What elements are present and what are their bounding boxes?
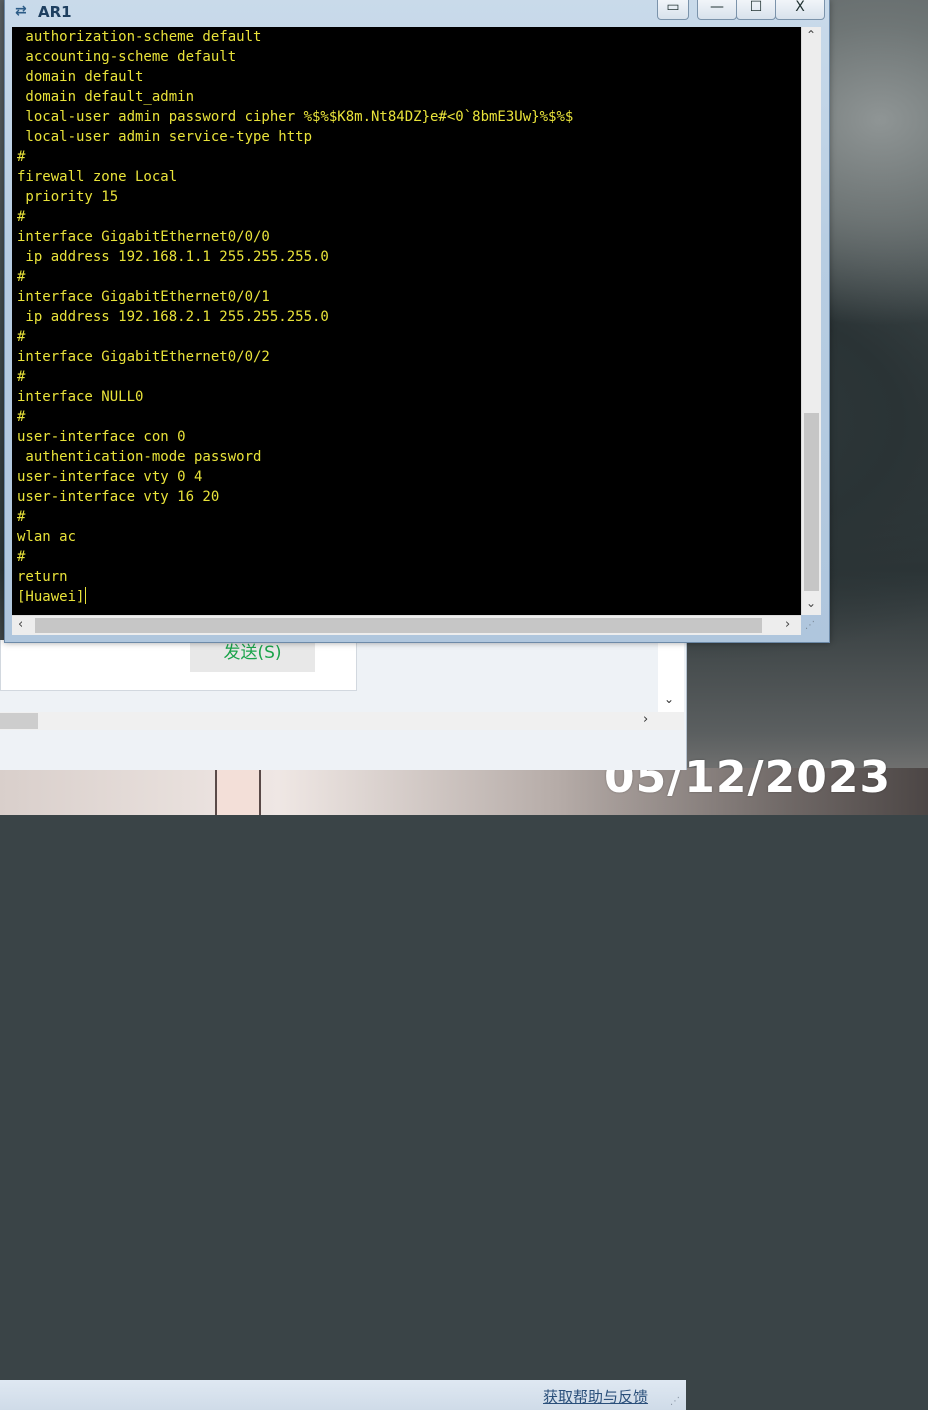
console-line: interface GigabitEthernet0/0/0 xyxy=(17,229,270,245)
console-line: local-user admin service-type http xyxy=(17,129,313,145)
scroll-up-arrow-icon[interactable]: ⌃ xyxy=(806,28,816,42)
scrollbar-thumb[interactable] xyxy=(0,713,38,729)
minimize-button[interactable]: — xyxy=(697,0,737,20)
console-line: # xyxy=(17,329,26,345)
console-text: authorization-scheme default accounting-… xyxy=(17,27,573,607)
console-line: local-user admin password cipher %$%$K8m… xyxy=(17,109,574,125)
console-line: # xyxy=(17,409,26,425)
console-line: user-interface vty 16 20 xyxy=(17,489,220,505)
console-line: # xyxy=(17,149,26,165)
network-device-icon: ⇄ xyxy=(15,3,27,19)
scrollbar-thumb[interactable] xyxy=(35,618,762,633)
send-button[interactable]: 发送(S) xyxy=(190,640,315,672)
scroll-down-arrow-icon[interactable]: ⌄ xyxy=(664,692,674,706)
terminal-window: ⇄ AR1 ▭ — ☐ X authorization-scheme defau… xyxy=(4,0,830,643)
wallpaper-figure xyxy=(215,768,261,815)
console-line: interface GigabitEthernet0/0/1 xyxy=(17,289,270,305)
console-output[interactable]: authorization-scheme default accounting-… xyxy=(12,27,801,615)
status-bar: 获取帮助与反馈 ⋰ xyxy=(0,1380,686,1410)
background-vertical-scrollbar[interactable]: ⌄ xyxy=(658,640,684,712)
console-line: authorization-scheme default xyxy=(17,29,262,45)
console-line: accounting-scheme default xyxy=(17,49,237,65)
horizontal-scrollbar[interactable]: ‹ › xyxy=(12,615,801,635)
scrollbar-thumb[interactable] xyxy=(804,413,819,591)
console-line: # xyxy=(17,549,26,565)
background-window: 获取帮助与反馈 ⋰ xyxy=(0,640,687,1410)
scroll-left-arrow-icon[interactable]: ‹ xyxy=(18,617,23,632)
console-line: ip address 192.168.2.1 255.255.255.0 xyxy=(17,309,329,325)
console-line: return xyxy=(17,569,68,585)
help-feedback-link[interactable]: 获取帮助与反馈 xyxy=(543,1386,648,1407)
title-bar[interactable]: ⇄ AR1 ▭ — ☐ X xyxy=(5,0,829,24)
text-cursor xyxy=(85,587,87,604)
console-line: interface GigabitEthernet0/0/2 xyxy=(17,349,270,365)
close-button[interactable]: X xyxy=(775,0,825,20)
console-line: # xyxy=(17,509,26,525)
console-line: priority 15 xyxy=(17,189,119,205)
console-line: user-interface con 0 xyxy=(17,429,186,445)
console-line: user-interface vty 0 4 xyxy=(17,469,203,485)
console-line: # xyxy=(17,269,26,285)
scroll-right-arrow-icon[interactable]: › xyxy=(643,712,648,727)
console-line: domain default xyxy=(17,69,144,85)
console-line: wlan ac xyxy=(17,529,77,545)
scroll-right-arrow-icon[interactable]: › xyxy=(785,617,790,632)
background-horizontal-scrollbar[interactable]: › xyxy=(0,712,684,730)
resize-grip-icon[interactable]: ⋰ xyxy=(670,1396,680,1407)
scroll-down-arrow-icon[interactable]: ⌄ xyxy=(806,596,816,610)
console-line: # xyxy=(17,209,26,225)
maximize-button[interactable]: ☐ xyxy=(736,0,776,20)
console-line: # xyxy=(17,369,26,385)
console-line: domain default_admin xyxy=(17,89,195,105)
console-line: authentication-mode password xyxy=(17,449,262,465)
resize-grip-icon[interactable]: ⋰ xyxy=(805,620,815,631)
console-line: [Huawei] xyxy=(17,589,85,605)
vertical-scrollbar[interactable]: ⌃ ⌄ xyxy=(801,27,821,615)
console-line: firewall zone Local xyxy=(17,169,178,185)
console-line: ip address 192.168.1.1 255.255.255.0 xyxy=(17,249,329,265)
window-extra-button[interactable]: ▭ xyxy=(657,0,689,20)
console-line: interface NULL0 xyxy=(17,389,144,405)
window-title: AR1 xyxy=(38,3,72,21)
